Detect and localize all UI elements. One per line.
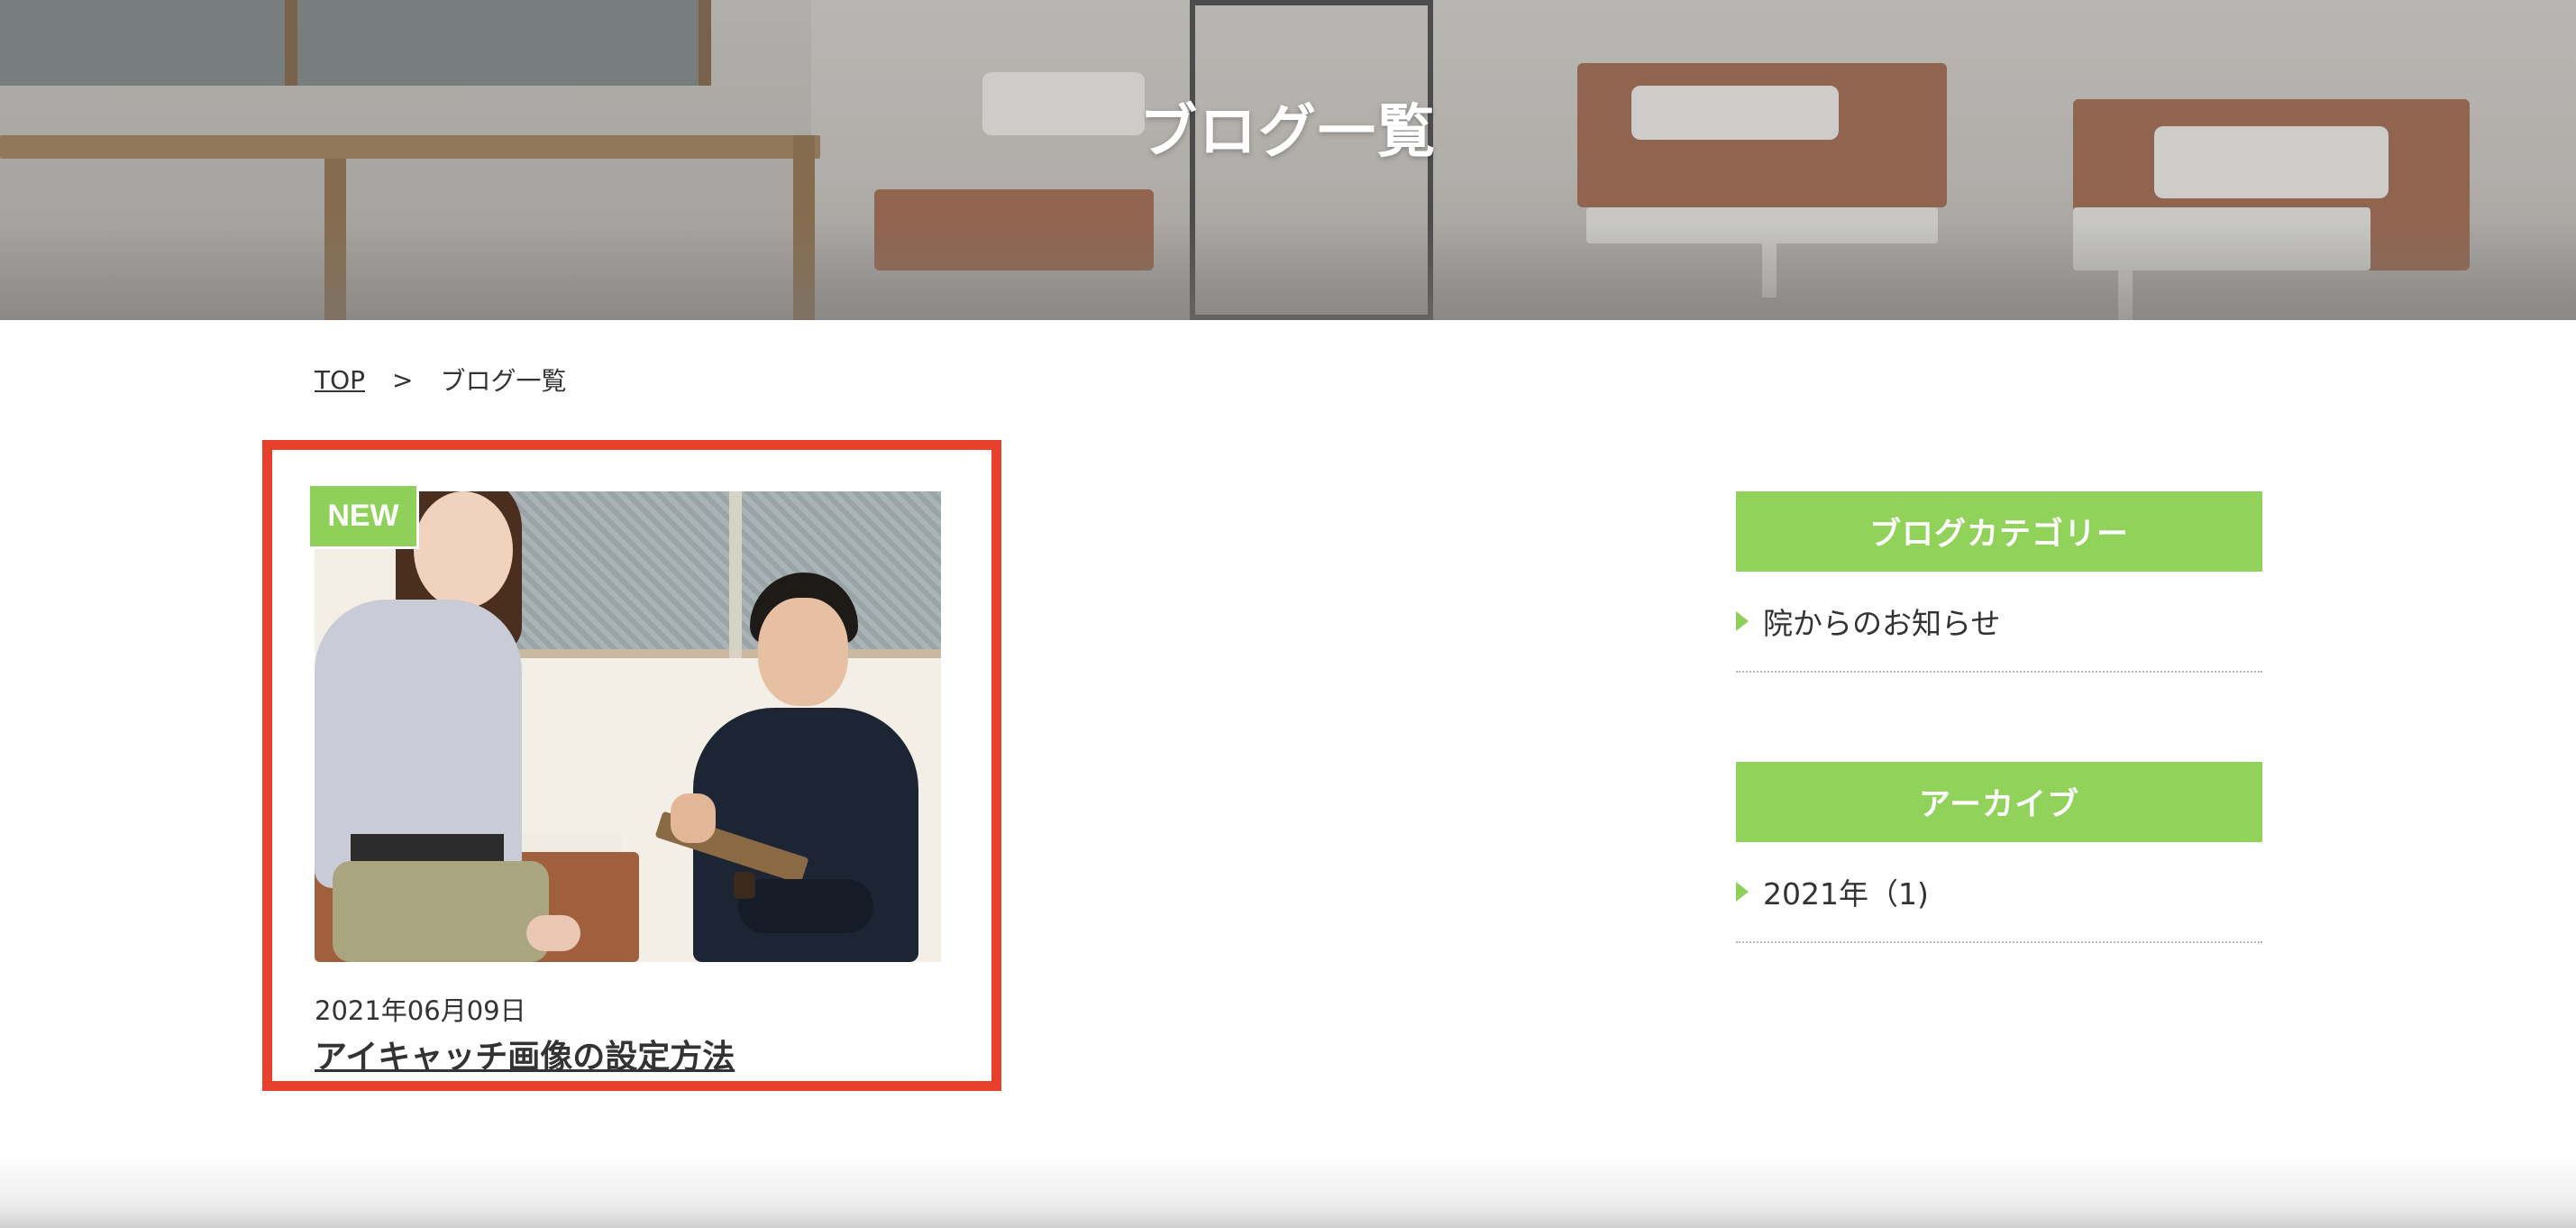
footer-shadow bbox=[0, 1154, 2576, 1228]
thumbnail-window bbox=[504, 491, 941, 658]
category-item-notice[interactable]: 院からのお知らせ bbox=[1736, 572, 2262, 673]
new-badge: NEW bbox=[307, 483, 419, 549]
hero-banner: ブログ一覧 bbox=[0, 0, 2576, 320]
thumbnail-person-hand bbox=[526, 915, 580, 951]
post-title-link[interactable]: アイキャッチ画像の設定方法 bbox=[315, 1031, 735, 1077]
post-thumbnail-image[interactable] bbox=[315, 491, 941, 962]
thumbnail-person-pants bbox=[333, 861, 549, 962]
post-date: 2021年06月09日 bbox=[315, 995, 526, 1026]
breadcrumb-current: ブログ一覧 bbox=[440, 366, 567, 396]
triangle-right-icon bbox=[1736, 611, 1749, 631]
thumbnail-practitioner-hand bbox=[671, 793, 716, 843]
thumbnail-person-belt bbox=[351, 834, 504, 861]
breadcrumb-separator: > bbox=[392, 364, 414, 395]
category-item-label: 院からのお知らせ bbox=[1763, 606, 2001, 641]
page-title: ブログ一覧 bbox=[1139, 99, 1437, 166]
thumbnail-watch bbox=[734, 872, 755, 899]
thumbnail-practitioner-arm bbox=[738, 879, 873, 933]
breadcrumb-home-link[interactable]: TOP bbox=[315, 365, 365, 395]
triangle-right-icon bbox=[1736, 882, 1749, 902]
thumbnail-person-face bbox=[414, 491, 513, 609]
thumbnail-window-frame bbox=[729, 491, 742, 658]
archive-item-label: 2021年（1) bbox=[1763, 876, 1929, 912]
category-widget-heading: ブログカテゴリー bbox=[1736, 491, 2262, 572]
thumbnail-practitioner-face bbox=[758, 598, 848, 706]
breadcrumb: TOP > ブログ一覧 bbox=[315, 362, 567, 398]
archive-widget-heading: アーカイブ bbox=[1736, 762, 2262, 842]
archive-item-2021[interactable]: 2021年（1) bbox=[1736, 842, 2262, 943]
